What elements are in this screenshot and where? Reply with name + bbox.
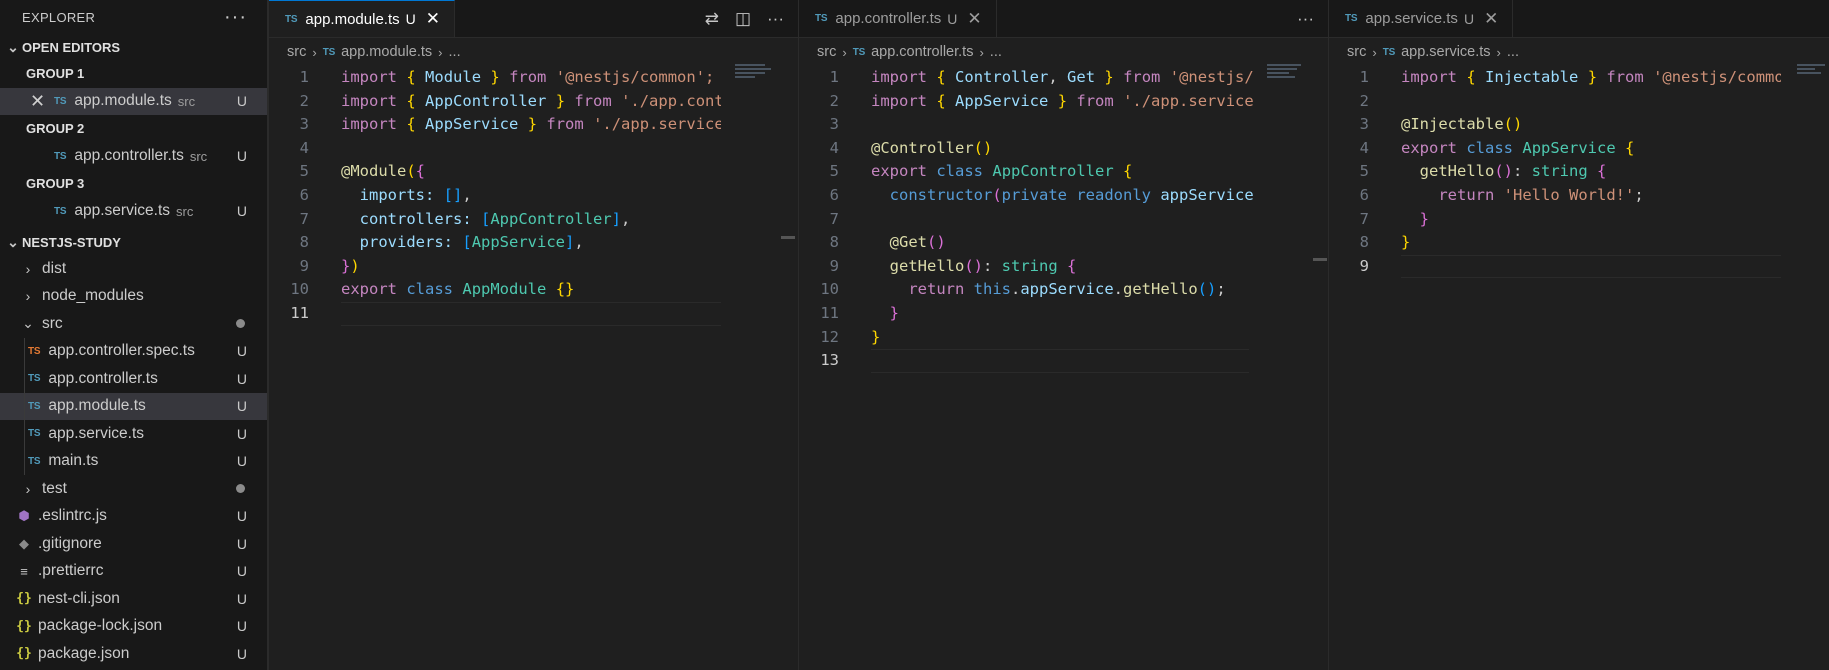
close-icon[interactable]: ✕ (967, 9, 981, 29)
more-actions-icon[interactable]: ··· (224, 6, 247, 29)
editor-actions: ··· (1297, 0, 1314, 38)
git-icon: ◆ (19, 535, 29, 551)
tab-bar: TS app.module.ts U ✕ ⇄ ◫ ··· (269, 0, 798, 38)
typescript-file-icon: TS (322, 46, 336, 58)
close-icon[interactable]: ✕ (426, 9, 440, 29)
tree-folder-src[interactable]: ⌄ src (0, 310, 267, 338)
open-editors-group-2[interactable]: GROUP 2 (0, 115, 267, 143)
explorer-header: EXPLORER ··· (0, 0, 267, 34)
more-actions-icon[interactable]: ··· (767, 9, 784, 29)
explorer-sidebar: EXPLORER ··· ⌄ OPEN EDITORS GROUP 1 ✕ TS… (0, 0, 268, 670)
close-icon[interactable]: ✕ (30, 91, 45, 112)
open-editors-group-1[interactable]: GROUP 1 (0, 60, 267, 88)
typescript-file-icon: TS (28, 455, 41, 467)
open-editor-app-controller[interactable]: TS app.controller.ts src U (0, 143, 267, 171)
chevron-down-icon: ⌄ (7, 38, 19, 55)
more-actions-icon[interactable]: ··· (1297, 9, 1314, 29)
tree-file-prettierrc[interactable]: ≡ .prettierrc U (0, 558, 267, 586)
open-editor-app-service[interactable]: TS app.service.ts src U (0, 198, 267, 226)
tree-file-eslintrc[interactable]: ⬢ .eslintrc.js U (0, 503, 267, 531)
typescript-file-icon: TS (28, 400, 41, 412)
tree-file-app-module[interactable]: TS app.module.ts U (0, 392, 267, 420)
tree-file-main[interactable]: TS main.ts U (0, 447, 267, 475)
tree-folder-dist[interactable]: › dist (0, 255, 267, 283)
open-editors-group-3[interactable]: GROUP 3 (0, 170, 267, 198)
scrollbar[interactable] (1313, 258, 1327, 261)
tab-bar: TS app.controller.ts U ✕ ··· (799, 0, 1328, 38)
chevron-right-icon: › (25, 288, 31, 305)
typescript-file-icon: TS (54, 95, 67, 107)
open-editors-section[interactable]: ⌄ OPEN EDITORS (0, 34, 267, 60)
tab-app-controller[interactable]: TS app.controller.ts U ✕ (799, 0, 997, 37)
code-editor[interactable]: 1 import { Injectable } from '@nestjs/com… (1329, 66, 1829, 670)
typescript-file-icon: TS (852, 46, 866, 58)
tree-file-package-lock[interactable]: {} package-lock.json U (0, 613, 267, 641)
explorer-title: EXPLORER (22, 9, 96, 25)
typescript-file-icon: TS (28, 428, 41, 440)
git-status-badge: U (236, 93, 247, 110)
editor-group-3: TS app.service.ts U ✕ src › TS app.service… (1328, 0, 1829, 670)
tree-file-app-service[interactable]: TS app.service.ts U (0, 420, 267, 448)
typescript-file-icon: TS (285, 13, 298, 25)
code-editor[interactable]: 1 import { Module } from '@nestjs/common'… (269, 66, 798, 670)
tree-file-gitignore[interactable]: ◆ .gitignore U (0, 530, 267, 558)
json-file-icon: {} (16, 591, 32, 607)
chevron-right-icon: › (842, 44, 847, 60)
editor-group-1: TS app.module.ts U ✕ ⇄ ◫ ··· src › TS app.… (268, 0, 798, 670)
tree-file-nest-cli[interactable]: {} nest-cli.json U (0, 585, 267, 613)
tab-app-module[interactable]: TS app.module.ts U ✕ (269, 0, 455, 37)
git-status-badge: U (236, 203, 247, 220)
json-file-icon: {} (16, 646, 32, 662)
chevron-right-icon: › (1372, 44, 1377, 60)
tab-bar: TS app.service.ts U ✕ (1329, 0, 1829, 38)
editor-group-2: TS app.controller.ts U ✕ ··· src › TS app.… (798, 0, 1328, 670)
tree-file-app-controller[interactable]: TS app.controller.ts U (0, 365, 267, 393)
config-file-icon: ≡ (20, 563, 28, 579)
chevron-right-icon: › (25, 480, 31, 497)
git-status-badge: U (236, 148, 247, 165)
project-section[interactable]: ⌄ NESTJS-STUDY (0, 229, 267, 255)
json-file-icon: {} (16, 618, 32, 634)
typescript-file-icon: TS (1345, 13, 1358, 24)
git-status-badge: U (405, 11, 416, 27)
chevron-down-icon: ⌄ (22, 315, 34, 332)
typescript-test-file-icon: TS (28, 345, 41, 357)
close-icon[interactable]: ✕ (1484, 9, 1498, 29)
typescript-file-icon: TS (54, 205, 67, 217)
modified-dot (236, 484, 245, 494)
typescript-file-icon: TS (54, 150, 67, 162)
tree-folder-test[interactable]: › test (0, 475, 267, 503)
typescript-file-icon: TS (815, 13, 828, 24)
minimap[interactable] (735, 64, 777, 88)
chevron-down-icon: ⌄ (7, 233, 19, 250)
compare-changes-icon[interactable]: ⇄ (705, 9, 719, 29)
scrollbar[interactable] (781, 236, 795, 239)
breadcrumb: src › TS app.service.ts ›... (1347, 44, 1519, 60)
tree-folder-node-modules[interactable]: › node_modules (0, 283, 267, 311)
code-editor[interactable]: 1 import { Controller, Get } from '@nestj… (799, 66, 1328, 670)
typescript-file-icon: TS (28, 373, 41, 385)
tree-file-package-json[interactable]: {} package.json U (0, 640, 267, 668)
typescript-file-icon: TS (1382, 46, 1396, 58)
modified-dot (236, 319, 245, 329)
minimap[interactable] (1267, 64, 1309, 88)
eslint-icon: ⬢ (18, 508, 30, 524)
open-editor-app-module[interactable]: ✕ TS app.module.ts src U (0, 87, 267, 115)
editor-actions: ⇄ ◫ ··· (705, 0, 784, 38)
breadcrumb: src › TS app.module.ts ›... (287, 44, 461, 60)
minimap[interactable] (1797, 64, 1829, 88)
git-status-badge: U (947, 10, 958, 27)
tab-app-service[interactable]: TS app.service.ts U ✕ (1329, 0, 1514, 37)
chevron-right-icon: › (25, 260, 31, 277)
chevron-right-icon: › (312, 44, 317, 60)
git-status-badge: U (1463, 10, 1475, 27)
tree-file-app-controller-spec[interactable]: TS app.controller.spec.ts U (0, 337, 267, 365)
breadcrumb: src › TS app.controller.ts ›... (817, 44, 1002, 60)
split-editor-icon[interactable]: ◫ (735, 9, 751, 29)
